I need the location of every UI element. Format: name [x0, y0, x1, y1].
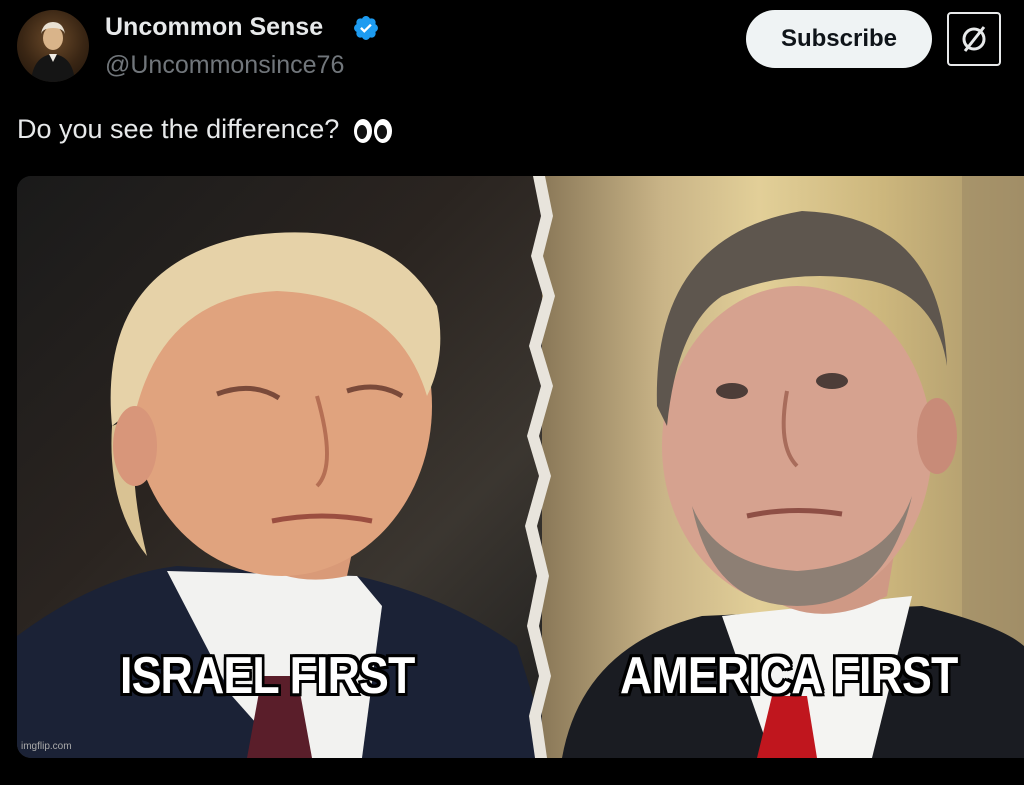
verified-badge-icon [354, 16, 378, 40]
watermark: imgflip.com [21, 741, 72, 752]
author-avatar[interactable] [17, 10, 89, 82]
tweet-text: Do you see the difference? [17, 114, 393, 145]
author-handle[interactable]: @Uncommonsince76 [105, 51, 344, 80]
torn-paper-divider [525, 176, 555, 758]
grok-icon [962, 26, 986, 52]
subscribe-button[interactable]: Subscribe [746, 10, 932, 68]
tweet-media-image[interactable]: ISRAEL FIRST AMERICA FIRST imgflip.com [17, 176, 1024, 758]
portrait-avatar-icon [31, 22, 75, 82]
grok-button[interactable] [947, 12, 1001, 66]
right-caption: AMERICA FIRST [620, 647, 958, 705]
author-display-name[interactable]: Uncommon Sense [105, 13, 323, 42]
tweet-body: Do you see the difference? [17, 114, 340, 144]
left-caption: ISRAEL FIRST [120, 647, 415, 705]
eyes-emoji-icon [353, 118, 392, 143]
